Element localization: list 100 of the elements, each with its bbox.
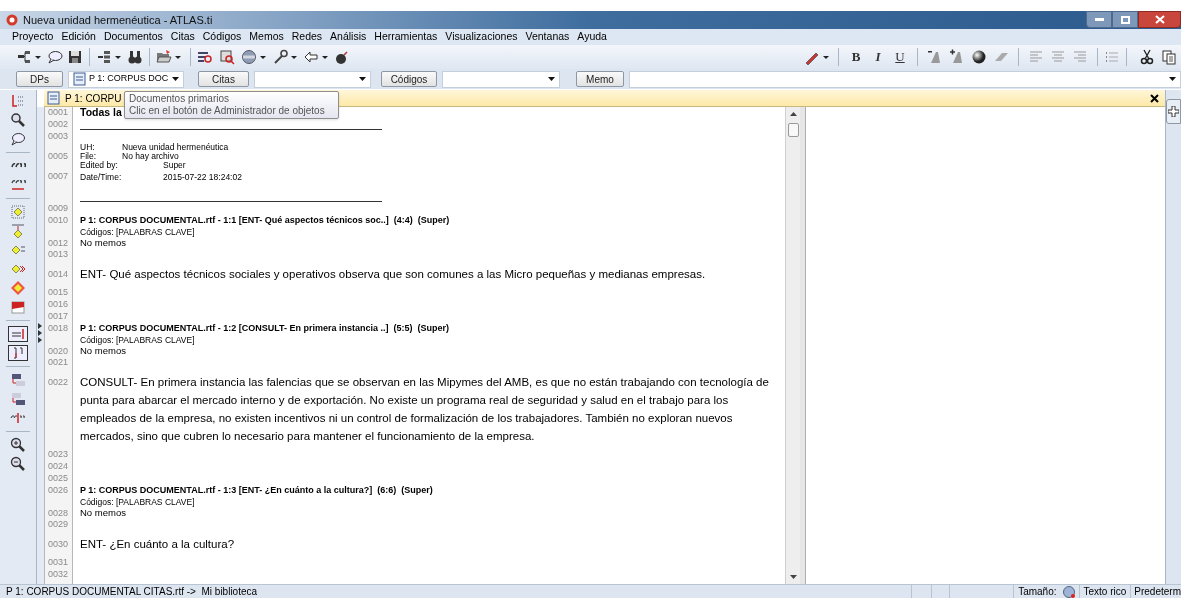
caret-icon[interactable] — [260, 54, 266, 60]
globe-icon[interactable] — [1062, 585, 1075, 598]
line-number: 0031 — [48, 556, 69, 570]
menu-item[interactable]: Redes — [291, 29, 323, 45]
line-number: 0015 — [48, 286, 69, 300]
speech-bubble-icon[interactable] — [10, 131, 26, 147]
meta-value: 2015-07-22 18:24:02 — [163, 170, 242, 184]
quotation-heading: P 1: CORPUS DOCUMENTAL.rtf - 1:3 [ENT- ¿En cuánto a la cultura?] (6:6) (Super) — [80, 484, 433, 498]
menu-item[interactable]: Ventanas — [525, 29, 570, 45]
bullet-list-icon[interactable] — [1104, 49, 1120, 65]
dropdown-value: P 1: CORPUS DOC — [89, 72, 169, 86]
menu-item[interactable]: Visualizaciones — [445, 29, 518, 45]
line-number: 0017 — [48, 310, 69, 324]
close-button[interactable] — [1138, 11, 1181, 28]
caret-icon[interactable] — [359, 76, 366, 82]
menu-item[interactable]: Análisis — [330, 29, 367, 45]
meta-label: UH: — [80, 141, 95, 153]
line-number: 0014 — [48, 268, 69, 281]
menu-item[interactable]: Ayuda — [577, 29, 607, 45]
caret-icon[interactable] — [115, 54, 121, 60]
meta-value: Super — [163, 159, 186, 172]
code-list-icon[interactable] — [10, 204, 26, 220]
numbers-box-icon[interactable] — [8, 326, 28, 342]
dropdown-field[interactable] — [629, 70, 1181, 88]
search-tool-icon[interactable] — [219, 49, 235, 65]
menu-item[interactable]: Edición — [61, 29, 96, 45]
caret-icon[interactable] — [1169, 76, 1176, 82]
menu-item[interactable]: Documentos — [103, 29, 163, 45]
minimize-button[interactable] — [1086, 11, 1112, 28]
folder-icon[interactable] — [156, 49, 172, 65]
caret-icon[interactable] — [35, 54, 41, 60]
line-number: 0002 — [48, 118, 69, 132]
scrollbar-thumb[interactable] — [787, 123, 799, 137]
bold-button[interactable]: B — [845, 47, 867, 67]
search-icon[interactable] — [10, 112, 26, 128]
hierarchy-icon[interactable] — [16, 49, 32, 65]
maximize-button[interactable] — [1112, 11, 1138, 28]
split-list-icon[interactable] — [96, 49, 112, 65]
menu-item[interactable]: Herramientas — [374, 29, 438, 45]
menu-item[interactable]: Citas — [170, 29, 195, 45]
line-number: 0020 — [48, 344, 69, 358]
dropdown-field[interactable] — [254, 70, 371, 88]
quotation-heading: P 1: CORPUS DOCUMENTAL.rtf - 1:2 [CONSULT- En primera instancia ..] (5:5) (Super) — [80, 322, 450, 336]
caret-icon[interactable] — [172, 76, 179, 82]
line-number: 0030 — [48, 538, 69, 551]
dropdown-field[interactable]: P 1: CORPUS DOC — [68, 70, 184, 88]
save-icon[interactable] — [67, 49, 83, 65]
selector-button[interactable]: Códigos — [381, 71, 437, 87]
margin-box-icon[interactable] — [8, 345, 28, 361]
caret-icon[interactable] — [548, 76, 555, 82]
quote-split-icon[interactable] — [10, 410, 26, 426]
increase-font-icon[interactable] — [949, 49, 965, 65]
selector-button[interactable]: Citas — [198, 71, 249, 87]
underline-button[interactable]: U — [889, 47, 911, 67]
caret-icon[interactable] — [823, 54, 829, 60]
menu-item[interactable]: Memos — [249, 29, 284, 45]
meta-label: Date/Time: — [80, 170, 123, 184]
sphere-icon[interactable] — [971, 49, 987, 65]
speech-bubble-icon[interactable] — [47, 49, 63, 65]
decrease-font-icon[interactable] — [927, 49, 943, 65]
caret-icon[interactable] — [322, 54, 328, 60]
tooltip-title: Documentos primarios — [129, 93, 231, 105]
code-down-icon[interactable] — [10, 223, 26, 239]
add-button[interactable] — [1166, 99, 1181, 124]
back-arrow-icon[interactable] — [303, 49, 319, 65]
caret-icon[interactable] — [291, 54, 297, 60]
margin-markers-icon[interactable] — [38, 323, 43, 343]
quote-resize-icon[interactable] — [10, 177, 26, 193]
zoom-in-icon[interactable] — [10, 437, 26, 453]
line-number: 0026 — [48, 484, 69, 498]
line-number: 0032 — [48, 568, 69, 582]
caret-icon[interactable] — [175, 54, 181, 60]
memo-icon[interactable] — [10, 299, 26, 315]
maximize-icon — [1120, 15, 1130, 24]
selector-button[interactable]: DPs — [16, 71, 63, 87]
document-icon[interactable] — [47, 91, 60, 105]
window-left-icon[interactable] — [10, 372, 26, 388]
italic-button[interactable]: I — [867, 47, 889, 67]
line-number: 0018 — [48, 322, 69, 336]
menu-item[interactable]: Proyecto — [12, 29, 54, 45]
window-right-icon[interactable] — [10, 391, 26, 407]
codes-label: Códigos: [PALABRAS CLAVE] — [80, 226, 195, 239]
meta-value: Nueva unidad hermenéutica — [122, 141, 229, 153]
copy-icon[interactable] — [1161, 49, 1177, 65]
memo-text: No memos — [80, 345, 126, 359]
bomb-icon[interactable] — [334, 49, 350, 65]
scroll-down-icon[interactable] — [789, 574, 797, 580]
binoculars-icon[interactable] — [127, 49, 143, 65]
zoom-out-icon[interactable] — [10, 456, 26, 472]
close-icon[interactable] — [1150, 93, 1159, 103]
scrollbar[interactable] — [785, 107, 800, 584]
line-number: 0001 — [48, 107, 69, 120]
close-icon — [1154, 15, 1165, 24]
menu-item[interactable]: Códigos — [202, 29, 242, 45]
app-logo-icon[interactable] — [6, 14, 18, 26]
scroll-up-icon[interactable] — [789, 111, 797, 117]
dropdown-field[interactable] — [442, 70, 560, 88]
selector-button[interactable]: Memo — [576, 71, 624, 87]
line-number: 0021 — [48, 356, 69, 370]
cut-icon[interactable] — [1139, 49, 1155, 65]
